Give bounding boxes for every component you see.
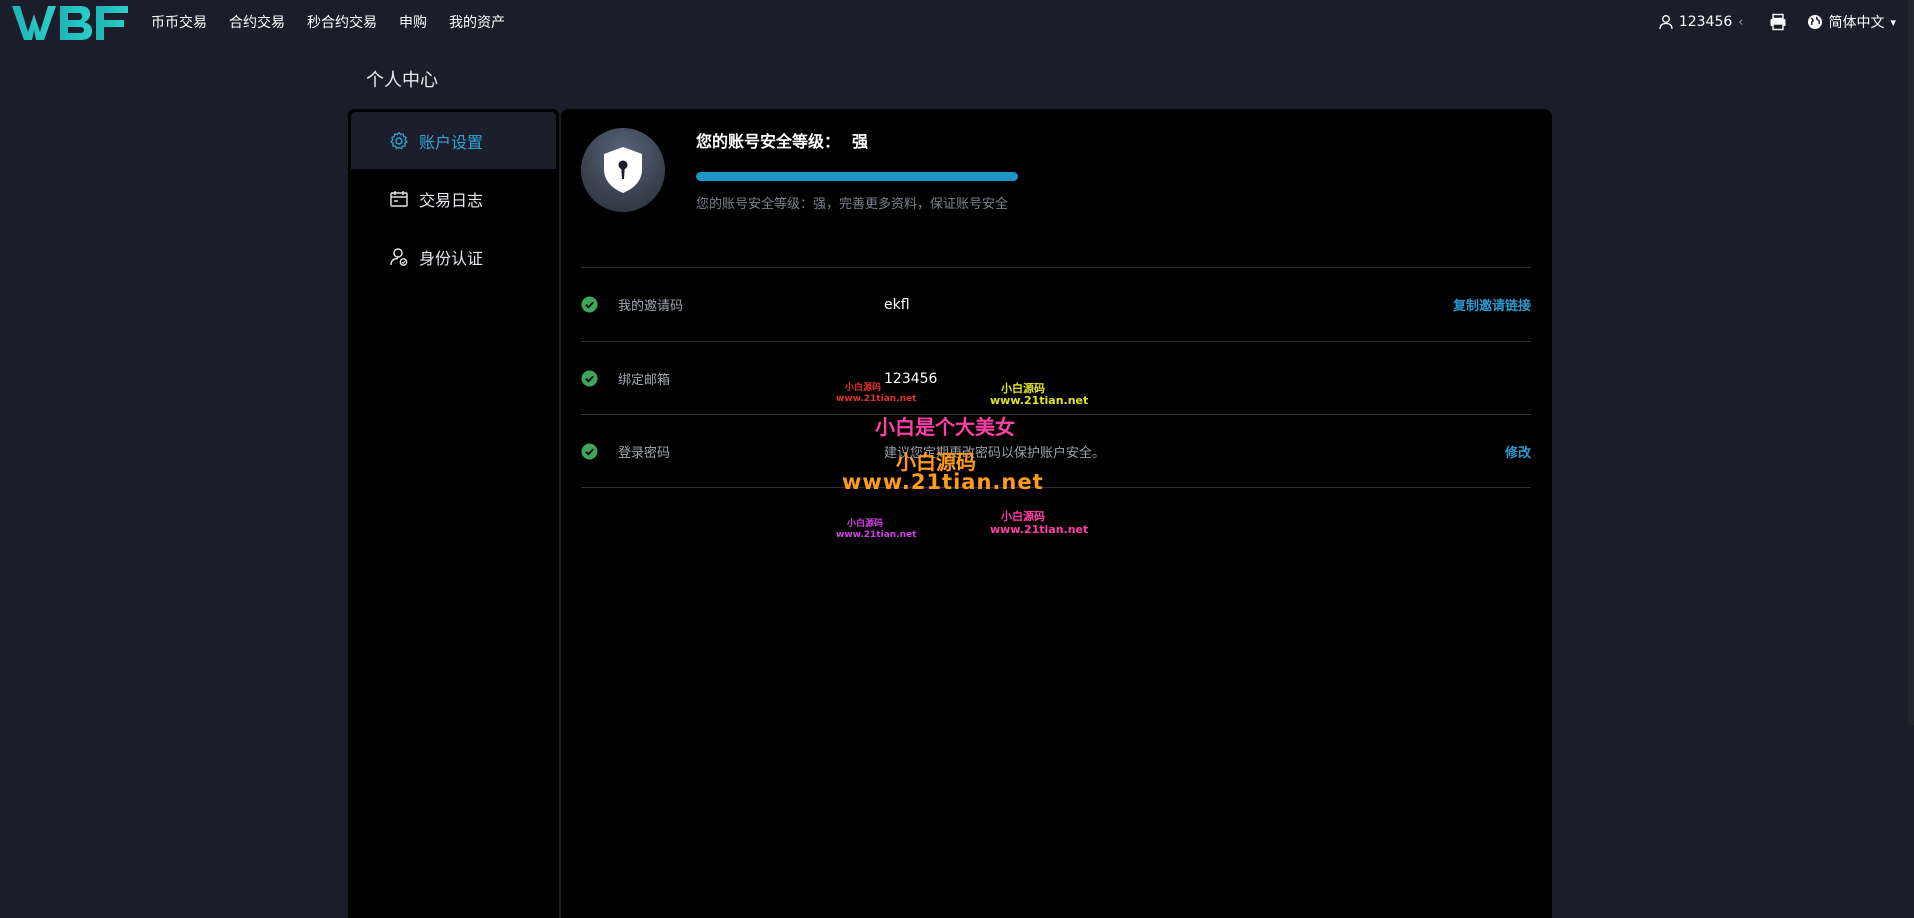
row-label: 我的邀请码: [618, 299, 684, 314]
security-progress-fill: [696, 172, 1018, 181]
watermark-small-cn: 小白源码: [845, 383, 882, 393]
language-selector[interactable]: 简体中文 ▾: [1807, 12, 1896, 32]
shield-icon: [604, 147, 642, 193]
check-circle-icon: [581, 443, 598, 460]
chevron-left-icon: ‹: [1738, 14, 1744, 30]
sidebar-item-label: 账户设置: [419, 132, 484, 152]
watermark-big-url: www.21tian.net: [842, 470, 1044, 494]
user-icon: [1659, 15, 1673, 30]
divider: [581, 487, 1531, 488]
security-level-prefix: 您的账号安全等级：: [696, 132, 841, 151]
watermark-small-cn: 小白源码: [847, 519, 884, 529]
nav-contract-trade[interactable]: 合约交易: [229, 12, 285, 32]
header-right: 123456 ‹ 简体中文 ▾: [1658, 0, 1896, 44]
email-value: 123456: [884, 370, 938, 387]
sidebar: 账户设置 交易日志 身份认证: [348, 109, 559, 918]
sidebar-item-account-settings[interactable]: 账户设置: [351, 112, 556, 169]
top-header: 币币交易 合约交易 秒合约交易 申购 我的资产 123456 ‹ 简体中文 ▾: [0, 0, 1914, 46]
copy-invite-link-button[interactable]: 复制邀请链接: [1453, 295, 1531, 314]
watermark-small-cn: 小白源码: [1001, 510, 1045, 523]
security-description: 您的账号安全等级：强，完善更多资料，保证账号安全: [696, 197, 1009, 212]
nav-spot-trade[interactable]: 币币交易: [151, 12, 207, 32]
scrollbar-thumb[interactable]: [1908, 0, 1914, 725]
nav-my-assets[interactable]: 我的资产: [449, 12, 505, 32]
sidebar-item-label: 交易日志: [419, 190, 484, 210]
check-circle-icon: [581, 296, 598, 313]
logo[interactable]: [10, 0, 130, 44]
row-invite-code: 我的邀请码 ekfl 复制邀请链接: [581, 268, 1531, 341]
invite-code-value: ekfl: [884, 296, 910, 313]
main-nav: 币币交易 合约交易 秒合约交易 申购 我的资产: [151, 0, 527, 44]
security-avatar: [581, 128, 665, 212]
nav-subscription[interactable]: 申购: [399, 12, 427, 32]
watermark-small-url: www.21tian.net: [990, 394, 1089, 407]
security-progress-bar: [696, 172, 1018, 181]
check-circle-icon: [581, 370, 598, 387]
sidebar-item-label: 身份认证: [419, 248, 484, 268]
user-verify-icon: [390, 247, 408, 266]
security-level-value: 强: [852, 132, 869, 151]
sidebar-item-identity[interactable]: 身份认证: [351, 228, 556, 285]
watermark-small-url: www.21tian.net: [836, 394, 917, 404]
nav-second-contract[interactable]: 秒合约交易: [307, 12, 377, 32]
modify-password-button[interactable]: 修改: [1505, 442, 1531, 461]
logo-mark: [12, 6, 128, 40]
user-menu[interactable]: 123456 ‹: [1658, 14, 1744, 30]
password-hint: 建议您定期更改密码以保护账户安全。: [884, 446, 1106, 461]
language-label: 简体中文: [1828, 15, 1885, 31]
row-label: 登录密码: [618, 446, 671, 461]
account-settings-panel: 您的账号安全等级： 强 您的账号安全等级：强，完善更多资料，保证账号安全 我的邀…: [561, 109, 1552, 918]
watermark-small-url: www.21tian.net: [990, 523, 1089, 536]
chevron-down-icon: ▾: [1890, 15, 1896, 29]
printer-icon[interactable]: [1769, 13, 1787, 31]
security-level-title: 您的账号安全等级： 强: [696, 128, 868, 152]
globe-icon: [1808, 15, 1823, 29]
watermark-small-url: www.21tian.net: [836, 530, 917, 540]
watermark-big-cn: 小白是个大美女: [875, 415, 1015, 439]
row-login-password: 登录密码 建议您定期更改密码以保护账户安全。 修改: [581, 415, 1531, 488]
calendar-icon: [390, 190, 408, 207]
user-name: 123456: [1678, 14, 1733, 30]
page-title: 个人中心: [366, 70, 438, 91]
page-scrollbar[interactable]: [1908, 0, 1914, 918]
gear-icon: [390, 131, 408, 149]
sidebar-item-trade-log[interactable]: 交易日志: [351, 170, 556, 227]
